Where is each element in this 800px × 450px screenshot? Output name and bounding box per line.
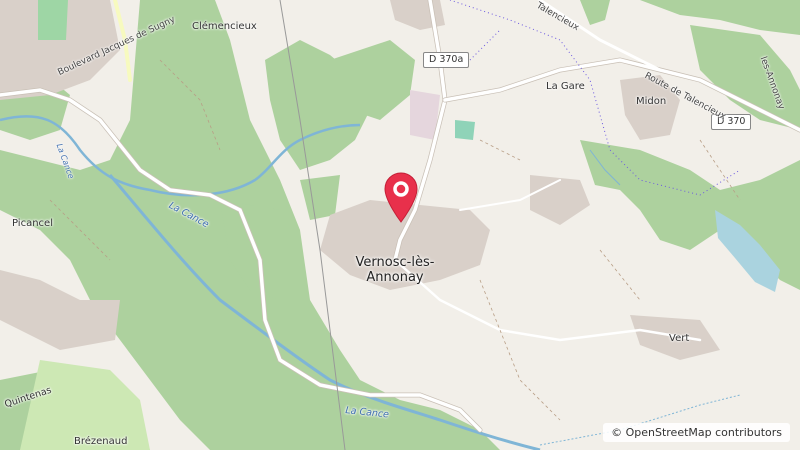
place-label-clemencieux: Clémencieux xyxy=(192,21,257,32)
place-label-la-gare: La Gare xyxy=(546,81,585,92)
place-label-brezenaud: Brézenaud xyxy=(74,436,128,447)
sports-area xyxy=(455,120,475,140)
map-base-layer xyxy=(0,0,800,450)
place-label-vert: Vert xyxy=(669,333,690,344)
place-label-midon: Midon xyxy=(636,96,667,107)
copyright-symbol: © xyxy=(611,426,623,439)
map-pin-icon[interactable] xyxy=(384,172,418,224)
park-area xyxy=(38,0,68,40)
place-label-picancel: Picancel xyxy=(12,218,53,229)
attribution-link[interactable]: OpenStreetMap contributors xyxy=(626,426,782,439)
town-label: Vernosc-lès-Annonay xyxy=(355,255,435,285)
road-shield-d370a: D 370a xyxy=(423,52,470,68)
attribution[interactable]: © OpenStreetMap contributors xyxy=(603,423,790,442)
map-canvas[interactable]: Clémencieux La Gare Midon Picancel Bréze… xyxy=(0,0,800,450)
